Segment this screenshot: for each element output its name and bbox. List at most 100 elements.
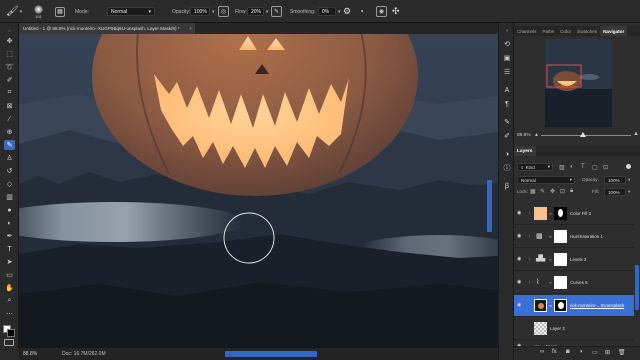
new-adjustment-layer-icon[interactable]: ◑ <box>579 349 583 355</box>
status-document-size[interactable]: Doc: 16.7M/262.0M <box>62 351 106 357</box>
tab-color[interactable]: Color <box>557 26 574 36</box>
layer-thumbnail[interactable] <box>534 299 547 312</box>
layer-name[interactable]: Levels 3 <box>570 257 586 262</box>
marquee-tool-icon[interactable]: ⬚ <box>4 49 15 59</box>
layer-name[interactable]: Curves 5 <box>570 280 588 285</box>
link-chain-icon[interactable]: ∞ <box>549 303 552 308</box>
close-tab-icon[interactable]: × <box>189 26 192 31</box>
lock-transparent-icon[interactable]: ▦ <box>530 188 536 195</box>
layer-filter-kind-dropdown[interactable]: ⌕ Kind ▾ <box>517 163 553 171</box>
visibility-eye-icon[interactable]: ◉ <box>517 326 523 331</box>
toolbar-grip-icon[interactable]: » <box>4 25 15 35</box>
document-tab[interactable]: Untitled - 1 @ 88.8% (rick-monteiro--XUG… <box>19 23 195 34</box>
info-panel-icon[interactable]: ⓘ <box>502 163 512 173</box>
airbrush-icon[interactable]: ✎ <box>271 0 282 23</box>
pen-tool-icon[interactable]: ✒ <box>4 231 15 241</box>
link-chain-icon[interactable]: ∞ <box>549 234 552 239</box>
brush-settings-icon[interactable]: ▦ <box>55 0 65 23</box>
navigator-zoom-slider[interactable] <box>541 135 631 136</box>
layers-scrollbar-thumb[interactable] <box>635 265 639 310</box>
layer-thumbnail[interactable] <box>534 322 547 335</box>
flow-field[interactable]: 20% <box>247 7 264 16</box>
zoom-tool-icon[interactable]: ⌕ <box>4 296 15 306</box>
lasso-tool-icon[interactable]: ➰ <box>4 62 15 72</box>
fill-field[interactable]: 100% <box>604 188 626 196</box>
layer-name[interactable]: Hue/Saturation 1 <box>570 234 603 239</box>
layer-mask-thumbnail[interactable] <box>554 299 567 312</box>
libraries-panel-icon[interactable]: ▣ <box>502 53 512 63</box>
navigator-zoom-value[interactable]: 88.8% <box>517 133 531 138</box>
filter-pixel-icon[interactable]: ▨ <box>559 164 565 171</box>
lock-all-icon[interactable]: 🔒︎ <box>570 188 573 195</box>
tab-layers[interactable]: Layers <box>514 146 537 156</box>
brush-angle-icon[interactable]: ◔ <box>359 0 364 23</box>
visibility-eye-icon[interactable]: ◉ <box>517 257 523 262</box>
layer-name[interactable]: Color Fill 3 <box>570 211 591 216</box>
rectangle-tool-icon[interactable]: ▭ <box>4 270 15 280</box>
fill-color-swatch[interactable] <box>534 207 547 220</box>
visibility-eye-icon[interactable]: ◉ <box>517 234 523 239</box>
layer-row-layer-3[interactable]: ◉ Layer 3 <box>514 318 634 340</box>
move-tool-icon[interactable]: ✥ <box>4 36 15 46</box>
tab-paths[interactable]: Paths <box>539 26 557 36</box>
layer-row-hue-saturation-1[interactable]: ◉ ↓ ▩ ∞ Hue/Saturation 1 <box>514 226 634 248</box>
zoom-out-icon[interactable]: ▲ <box>534 132 539 138</box>
layer-name[interactable]: rick-monteiro-...XUunsplash <box>570 303 624 308</box>
collapse-panels-icon[interactable]: « <box>502 26 512 36</box>
more-tools-icon[interactable]: ⋯ <box>4 309 15 319</box>
clone-stamp-tool-icon[interactable]: ♙ <box>4 153 15 163</box>
pressure-opacity-icon[interactable]: ◎ <box>218 0 229 23</box>
link-chain-icon[interactable]: ∞ <box>549 211 552 216</box>
glyphs-panel-icon[interactable]: ꞵ <box>502 181 512 191</box>
lock-position-icon[interactable]: ✥ <box>550 188 555 195</box>
navigator-preview[interactable] <box>545 39 612 127</box>
filter-toggle-icon[interactable] <box>626 164 631 169</box>
status-zoom-level[interactable]: 88.8% <box>23 351 37 357</box>
history-brush-tool-icon[interactable]: ↺ <box>4 166 15 176</box>
brush-size-picker[interactable]: 161 <box>34 0 43 23</box>
layer-opacity-field[interactable]: 100% <box>604 176 626 184</box>
mode-dropdown[interactable]: Normal ▾ <box>107 7 155 16</box>
adjustments-panel-icon[interactable]: ◑ <box>502 149 512 159</box>
symmetry-butterfly-icon[interactable]: ✣ <box>392 0 400 23</box>
eyedropper-tool-icon[interactable]: ⁄ <box>4 114 15 124</box>
zoom-in-icon[interactable]: ▲ <box>633 131 639 137</box>
layer-name[interactable]: Layer 3 <box>550 326 565 331</box>
hand-tool-icon[interactable]: ✋ <box>4 283 15 293</box>
link-layers-icon[interactable]: ∞ <box>540 349 544 355</box>
layer-mask-thumbnail[interactable] <box>554 207 567 220</box>
tab-navigator[interactable]: Navigator <box>600 26 628 36</box>
healing-brush-tool-icon[interactable]: ⊕ <box>4 127 15 137</box>
crop-tool-icon[interactable]: ⌗ <box>4 88 15 98</box>
blur-tool-icon[interactable]: ● <box>4 205 15 215</box>
tab-swatches[interactable]: Swatches <box>574 26 600 36</box>
brushes-panel-icon[interactable]: ✐ <box>502 131 512 141</box>
lock-artboard-icon[interactable]: ⊡ <box>560 188 565 195</box>
navigator-zoom-slider-knob[interactable] <box>580 132 586 137</box>
layer-row-levels-3[interactable]: ◉ ↓ ▟▙ ∞ Levels 3 <box>514 249 634 271</box>
new-group-icon[interactable]: ▭ <box>592 349 598 356</box>
blend-mode-dropdown[interactable]: Normal ▾ <box>517 176 575 184</box>
layer-mask-thumbnail[interactable] <box>554 253 567 266</box>
link-chain-icon[interactable]: ∞ <box>549 257 552 262</box>
visibility-eye-icon[interactable]: ◉ <box>517 211 523 216</box>
visibility-eye-icon[interactable]: ◉ <box>517 303 523 308</box>
quick-mask-icon[interactable] <box>4 339 14 346</box>
dodge-tool-icon[interactable]: ◐ <box>4 218 15 228</box>
document-canvas[interactable] <box>19 34 498 348</box>
tab-channels[interactable]: Channels <box>514 26 539 36</box>
layer-style-fx-icon[interactable]: fx <box>552 349 557 355</box>
history-panel-icon[interactable]: ⟲ <box>502 39 512 49</box>
layer-row-color-fill-3[interactable]: ◉ ↓ ∞ Color Fill 3 <box>514 203 634 225</box>
brush-settings-panel-icon[interactable]: ✎ <box>502 117 512 127</box>
layer-row-rick-monteiro[interactable]: ◉ ∞ rick-monteiro-...XUunsplash <box>514 295 634 317</box>
delete-layer-icon[interactable]: 🗑︎ <box>618 349 626 356</box>
add-mask-icon[interactable]: ◙ <box>566 349 570 355</box>
link-chain-icon[interactable]: ∞ <box>549 280 552 285</box>
layer-mask-thumbnail[interactable] <box>554 230 567 243</box>
brush-tool-icon[interactable]: ✎ <box>4 140 15 150</box>
layer-mask-thumbnail[interactable] <box>554 276 567 289</box>
filter-smart-object-icon[interactable]: ⊡ <box>603 164 608 171</box>
paragraph-panel-icon[interactable]: ¶ <box>502 99 512 109</box>
lock-image-icon[interactable]: ✎ <box>540 188 545 195</box>
